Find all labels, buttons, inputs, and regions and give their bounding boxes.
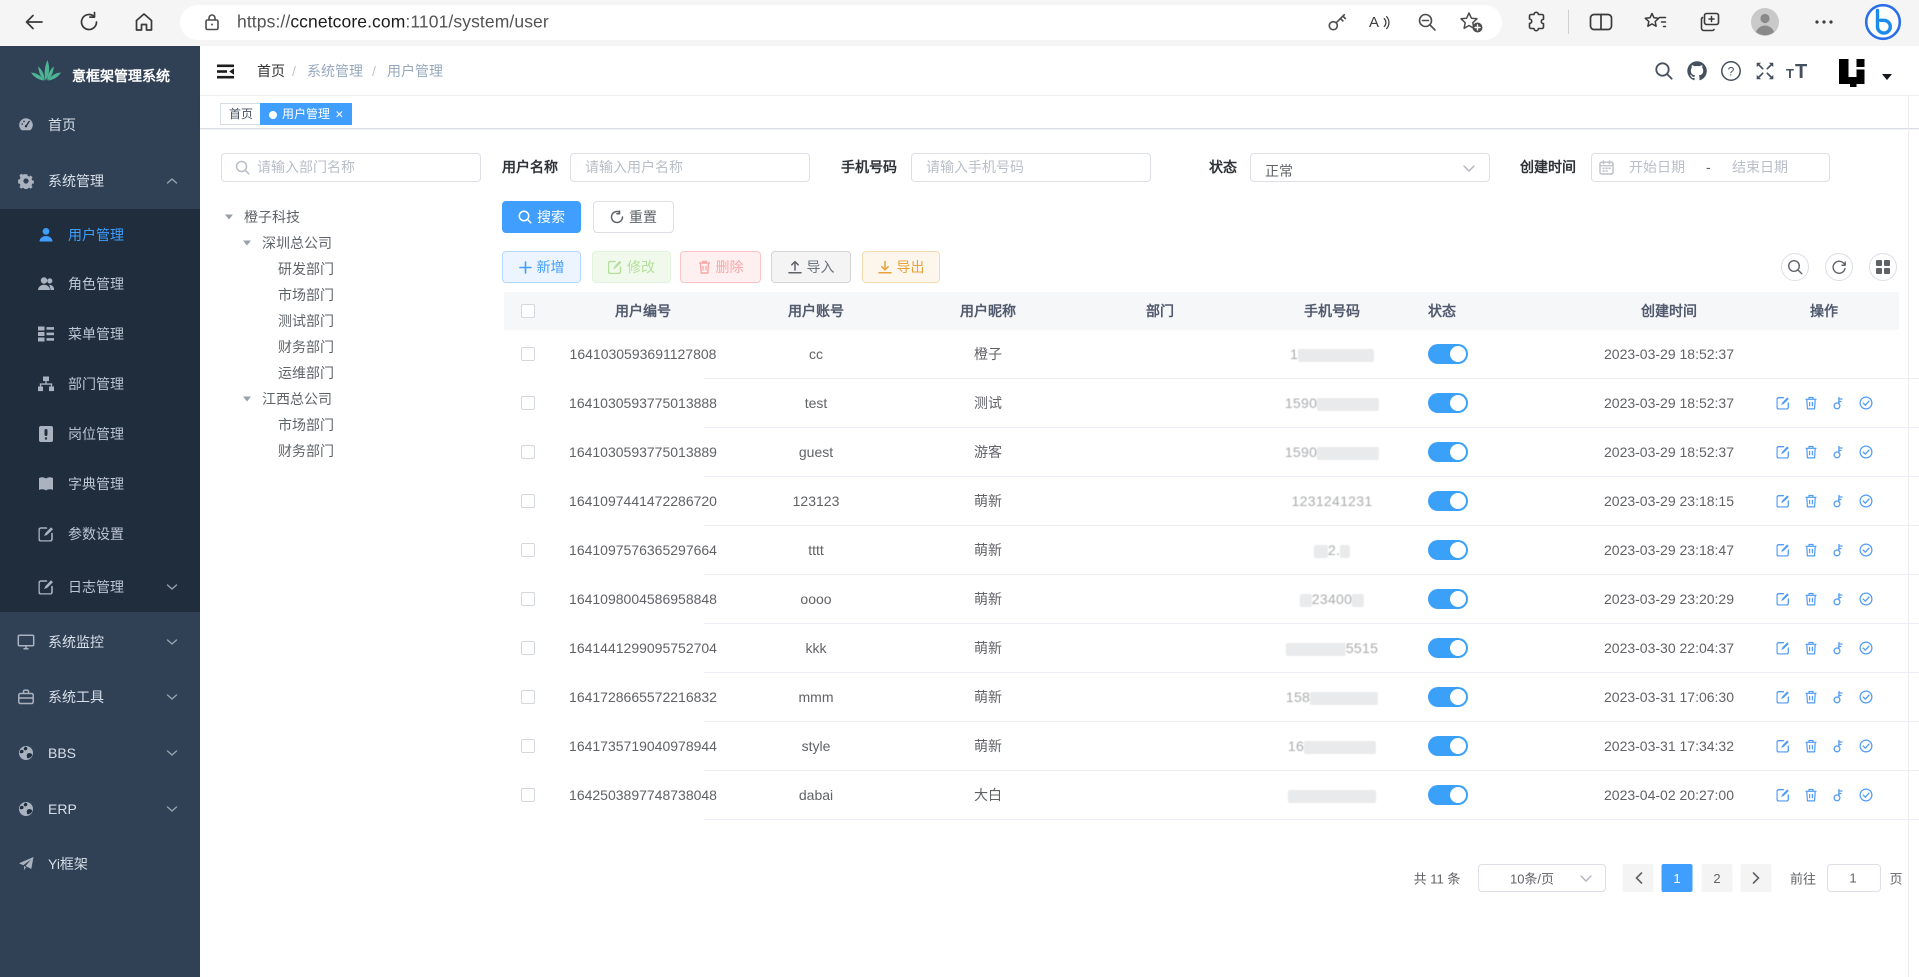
svg-text:A: A bbox=[1369, 14, 1379, 31]
svg-text:T: T bbox=[1786, 66, 1794, 81]
svg-text:T: T bbox=[1795, 61, 1807, 81]
svg-text:?: ? bbox=[1728, 65, 1735, 79]
